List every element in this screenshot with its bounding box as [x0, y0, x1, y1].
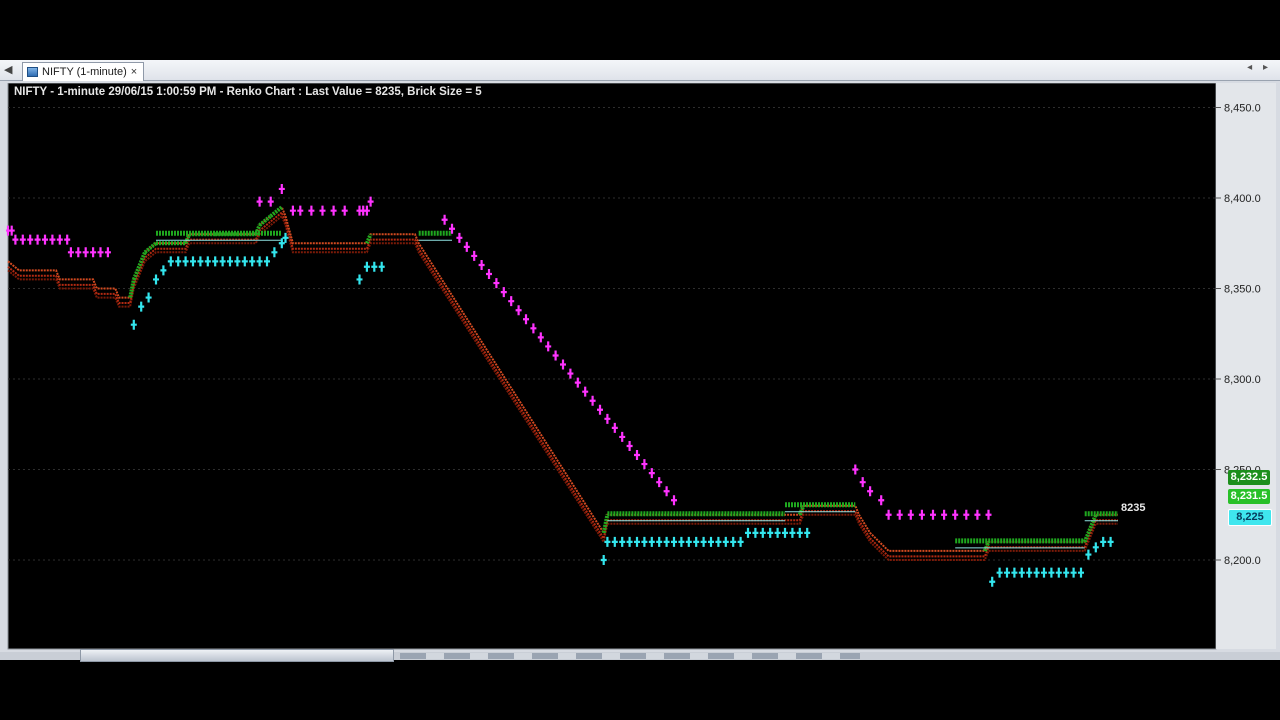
renko-chart[interactable]: 8,200.08,250.08,300.08,350.08,400.08,450… — [6, 83, 1276, 651]
tab-scroll-arrows-icon[interactable]: ◂ ▸ — [1247, 62, 1272, 73]
price-tag-middle: 8,231.5 — [1228, 489, 1270, 504]
bottom-panel-tab[interactable] — [80, 649, 394, 662]
y-tick-label: 8,400.0 — [1224, 193, 1261, 205]
close-icon[interactable]: × — [131, 66, 137, 78]
chart-area[interactable]: 8,200.08,250.08,300.08,350.08,400.08,450… — [6, 83, 1276, 651]
y-tick-label: 8,200.0 — [1224, 555, 1261, 567]
chart-icon — [27, 67, 38, 77]
last-value-label: 8235 — [1121, 502, 1146, 514]
nav-left-arrow-icon[interactable]: ◀ — [4, 63, 12, 76]
chart-window: ◀ NIFTY (1-minute) × ◂ ▸ 8,200.08,250.08… — [0, 60, 1280, 662]
price-tag-current: 8,225 — [1228, 509, 1272, 526]
y-tick-label: 8,300.0 — [1224, 374, 1261, 386]
sheet-tabs[interactable] — [400, 653, 860, 659]
plot-area — [7, 83, 1217, 650]
chart-title: NIFTY - 1-minute 29/06/15 1:00:59 PM - R… — [14, 86, 482, 98]
tab-bar: ◀ NIFTY (1-minute) × ◂ ▸ — [0, 60, 1280, 81]
price-tag-upper: 8,232.5 — [1228, 470, 1270, 485]
tab-label: NIFTY (1-minute) — [42, 66, 127, 78]
y-tick-label: 8,450.0 — [1224, 103, 1261, 115]
tab-nifty-1-minute[interactable]: NIFTY (1-minute) × — [22, 62, 145, 81]
y-tick-label: 8,350.0 — [1224, 284, 1261, 296]
